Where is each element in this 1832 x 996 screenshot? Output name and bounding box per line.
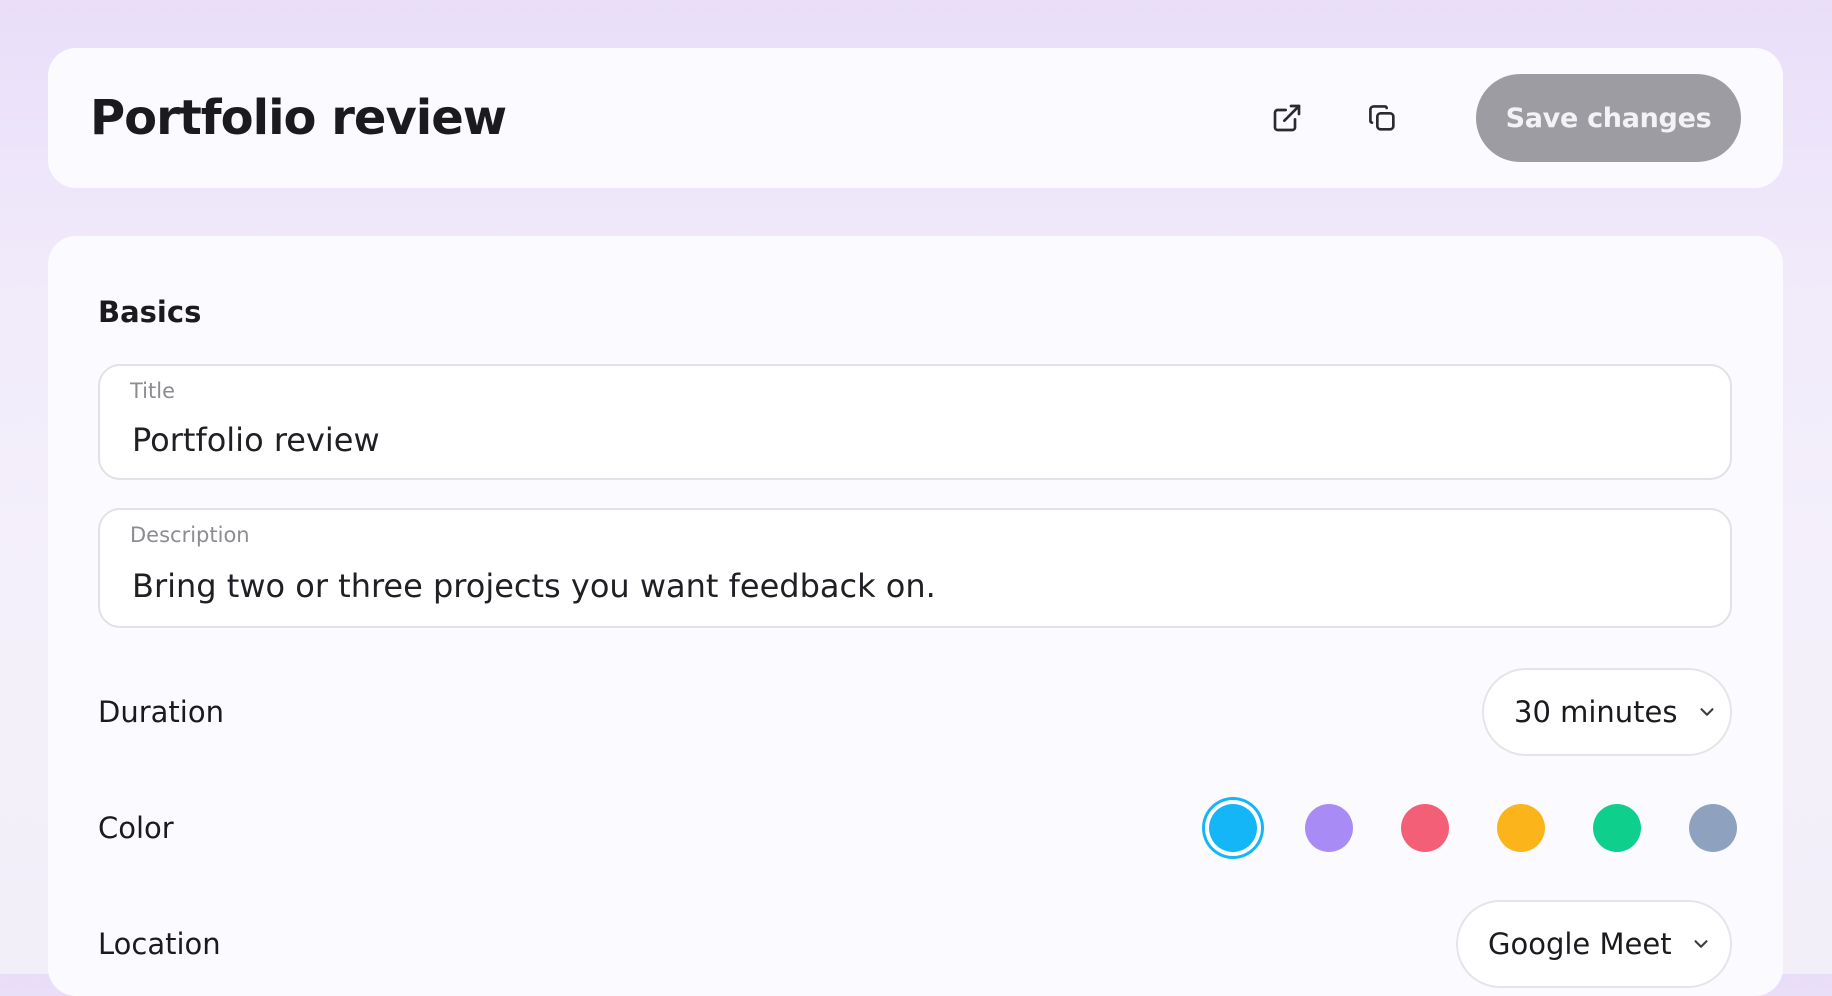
title-field[interactable]: Title Portfolio review (98, 364, 1732, 480)
chevron-down-icon (1690, 933, 1712, 955)
section-title-basics: Basics (98, 295, 202, 329)
external-link-icon (1271, 102, 1303, 134)
header-card: Portfolio review Save changes (48, 48, 1783, 188)
color-label: Color (98, 811, 174, 845)
color-swatch-green[interactable] (1593, 804, 1641, 852)
copy-icon (1366, 102, 1398, 134)
color-swatch-slate[interactable] (1689, 804, 1737, 852)
color-swatch-purple[interactable] (1305, 804, 1353, 852)
location-select-value: Google Meet (1488, 927, 1672, 961)
duplicate-button[interactable] (1356, 92, 1408, 144)
duration-select-value: 30 minutes (1514, 695, 1678, 729)
chevron-down-icon (1696, 701, 1718, 723)
title-field-label: Title (130, 379, 176, 403)
open-link-button[interactable] (1261, 92, 1313, 144)
save-changes-button[interactable]: Save changes (1476, 74, 1741, 162)
color-swatch-red[interactable] (1401, 804, 1449, 852)
duration-select[interactable]: 30 minutes (1482, 668, 1732, 756)
location-select[interactable]: Google Meet (1456, 900, 1732, 988)
title-field-value[interactable]: Portfolio review (132, 418, 380, 462)
page-title: Portfolio review (90, 90, 507, 146)
description-field-label: Description (130, 523, 250, 547)
basics-card: Basics Title Portfolio review Descriptio… (48, 236, 1783, 996)
description-field-value[interactable]: Bring two or three projects you want fee… (132, 564, 936, 608)
color-swatch-blue[interactable] (1209, 804, 1257, 852)
color-swatch-yellow[interactable] (1497, 804, 1545, 852)
location-label: Location (98, 927, 221, 961)
description-field[interactable]: Description Bring two or three projects … (98, 508, 1732, 628)
duration-label: Duration (98, 695, 224, 729)
